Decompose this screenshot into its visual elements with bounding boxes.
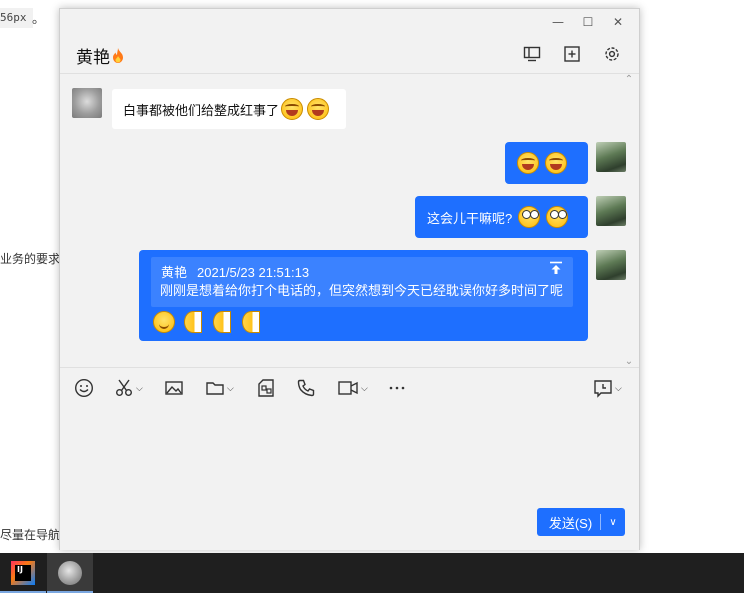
red-packet-button[interactable] (256, 379, 276, 397)
half-face-emoji-icon (184, 311, 202, 333)
taskbar-app-intellij[interactable]: IJ (0, 553, 46, 593)
laugh-cry-emoji-icon (281, 98, 304, 120)
chevron-down-icon[interactable]: ⌵ (227, 383, 234, 394)
maximize-button[interactable]: ☐ (573, 13, 603, 31)
image-icon (165, 381, 183, 395)
background-text-line-1: 业务的要求 (0, 252, 61, 266)
qq-avatar-icon (58, 561, 82, 585)
contact-avatar[interactable] (72, 88, 102, 118)
my-avatar[interactable] (596, 250, 626, 280)
video-icon (338, 381, 358, 395)
close-button[interactable]: ✕ (603, 13, 633, 31)
message-input-area[interactable]: 发送(S) ∨ (60, 407, 639, 550)
history-icon (594, 380, 612, 398)
chevron-down-icon[interactable]: ⌵ (615, 383, 622, 394)
quote-text: 刚刚是想着给你打个电话的，但突然想到今天已经耽误你好多时间了呢 (160, 283, 564, 298)
input-toolbar: ⌵ ⌵ ⌵ ⌵ (60, 367, 639, 407)
laugh-cry-emoji-icon (545, 152, 567, 174)
emoji-icon (74, 378, 94, 398)
chat-header: — ☐ ✕ 黄艳 (60, 9, 639, 74)
laugh-cry-emoji-icon (517, 152, 539, 174)
quote-sender: 黄艳 (161, 265, 188, 280)
emoji-button[interactable] (74, 378, 94, 398)
half-face-emoji-icon (242, 311, 260, 333)
message-emojis (153, 311, 260, 333)
header-actions (523, 45, 621, 63)
taskbar: IJ (0, 553, 744, 593)
contact-name-label: 黄艳 (76, 48, 110, 67)
red-packet-icon (258, 379, 274, 397)
phone-icon (297, 379, 315, 397)
settings-icon[interactable] (603, 45, 621, 63)
message-bubble-outgoing[interactable] (505, 142, 588, 184)
background-code-snippet: 56px (0, 8, 33, 28)
my-avatar[interactable] (596, 196, 626, 226)
chat-window: — ☐ ✕ 黄艳 ⌃ 白事都被他们给整成红事了 这会儿干嘛呢? 黄艳 2021/… (59, 8, 640, 550)
video-call-button[interactable]: ⌵ (337, 379, 368, 397)
screen-share-icon[interactable] (523, 45, 541, 63)
file-button[interactable]: ⌵ (205, 379, 234, 397)
message-text: 这会儿干嘛呢? (427, 210, 513, 226)
message-bubble-outgoing[interactable]: 这会儿干嘛呢? (415, 196, 588, 238)
folder-icon (206, 382, 224, 395)
intellij-icon: IJ (11, 561, 35, 585)
shocked-emoji-icon (518, 206, 541, 228)
message-bubble-outgoing-quote[interactable]: 黄艳 2021/5/23 21:51:13 刚刚是想着给你打个电话的，但突然想到今… (139, 250, 588, 341)
voice-call-button[interactable] (296, 379, 316, 397)
my-avatar[interactable] (596, 142, 626, 172)
chevron-down-icon[interactable]: ⌵ (361, 383, 368, 394)
half-face-emoji-icon (213, 311, 231, 333)
background-text-line-2: 尽量在导航 (0, 528, 61, 542)
scroll-down-arrow-icon[interactable]: ⌄ (623, 357, 635, 367)
more-icon (389, 386, 405, 390)
screenshot-button[interactable]: ⌵ (114, 379, 143, 397)
send-button[interactable]: 发送(S) ∨ (537, 508, 625, 536)
chevron-down-icon[interactable]: ∨ (601, 517, 625, 528)
window-controls: — ☐ ✕ (543, 13, 633, 31)
laugh-cry-emoji-icon (307, 98, 330, 120)
quoted-message[interactable]: 黄艳 2021/5/23 21:51:13 刚刚是想着给你打个电话的，但突然想到今… (151, 257, 573, 307)
chevron-down-icon[interactable]: ⌵ (136, 383, 143, 394)
background-code-suffix: 。 (32, 11, 46, 26)
message-bubble-incoming[interactable]: 白事都被他们给整成红事了 (112, 89, 346, 129)
fire-icon (113, 48, 123, 63)
minimize-button[interactable]: — (543, 13, 573, 31)
send-button-label: 发送(S) (548, 515, 593, 531)
history-button[interactable]: ⌵ (593, 379, 622, 398)
contact-name[interactable]: 黄艳 (76, 43, 124, 68)
scissors-icon (116, 379, 132, 396)
image-button[interactable] (164, 379, 184, 397)
more-button[interactable] (388, 379, 408, 397)
intellij-logo-label: IJ (17, 565, 23, 574)
quote-timestamp: 2021/5/23 21:51:13 (197, 265, 310, 280)
taskbar-app-qq[interactable] (47, 553, 93, 593)
shocked-emoji-icon (546, 206, 569, 228)
scroll-up-arrow-icon[interactable]: ⌃ (623, 75, 635, 85)
add-member-icon[interactable] (563, 45, 581, 63)
jump-to-quote-icon[interactable] (549, 261, 563, 275)
smirk-emoji-icon (153, 311, 175, 333)
message-text: 白事都被他们给整成红事了 (123, 102, 280, 118)
